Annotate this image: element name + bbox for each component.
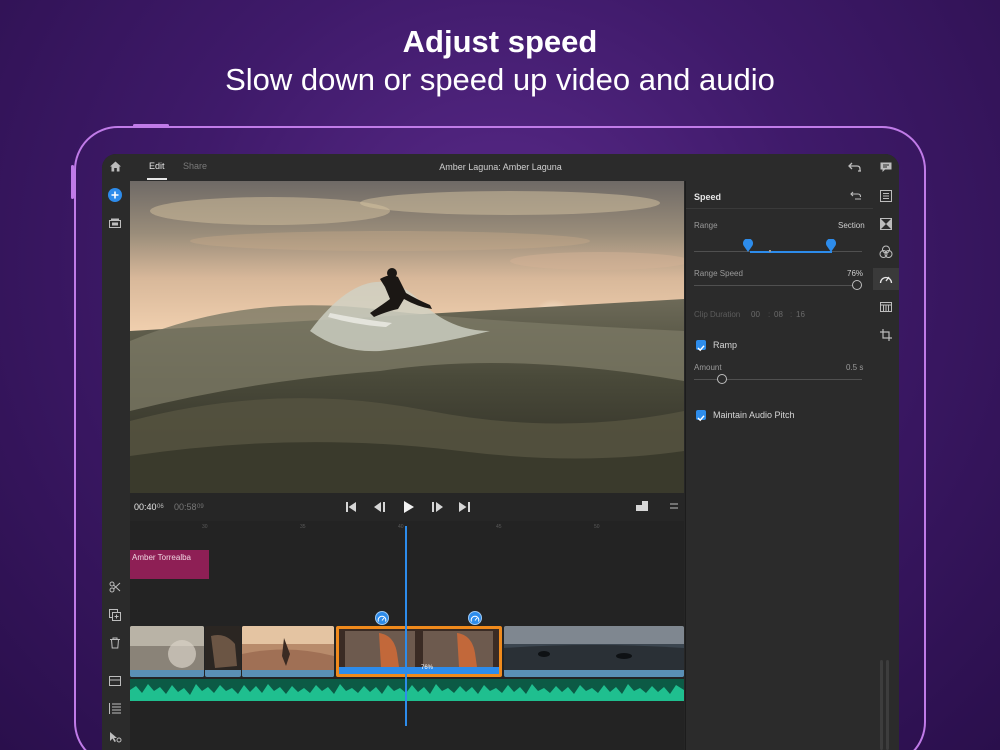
selected-video-clip[interactable]: 76%	[336, 626, 502, 677]
clip-duration-minutes: 08	[774, 310, 783, 319]
range-speed-slider[interactable]	[852, 280, 862, 290]
clip-duration-label: Clip Duration	[694, 310, 741, 319]
clip-speed-label: 76%	[421, 665, 434, 671]
speed-icon	[377, 615, 387, 622]
device-button	[71, 165, 74, 199]
maintain-pitch-label: Maintain Audio Pitch	[713, 410, 795, 420]
media-icon[interactable]	[109, 218, 121, 228]
clip-duration-hours: 00	[751, 310, 760, 319]
range-speed-label: Range Speed	[694, 269, 743, 278]
speed-icon[interactable]	[879, 273, 893, 285]
device-button	[133, 124, 169, 127]
range-speed-track	[694, 285, 862, 286]
project-title: Amber Laguna: Amber Laguna	[439, 162, 562, 172]
duplicate-icon[interactable]	[109, 609, 121, 621]
title-clip[interactable]: Amber Torrealba	[130, 550, 209, 579]
select-tool-icon[interactable]	[109, 731, 122, 743]
panel-title: Speed	[694, 192, 722, 202]
effects-icon[interactable]	[880, 302, 892, 312]
ruler-label: 45	[496, 524, 502, 530]
split-icon[interactable]	[109, 581, 121, 593]
step-forward-icon[interactable]	[431, 502, 443, 512]
checkmark-icon	[697, 345, 705, 352]
play-icon[interactable]	[404, 501, 414, 513]
track-icon[interactable]	[109, 676, 121, 686]
range-end-handle[interactable]	[825, 238, 837, 258]
delete-icon[interactable]	[109, 637, 121, 649]
amount-slider[interactable]	[717, 374, 727, 384]
maintain-pitch-checkbox[interactable]	[696, 410, 706, 422]
undo-icon[interactable]	[848, 161, 862, 173]
hero-subtitle: Slow down or speed up video and audio	[225, 62, 775, 97]
time-separator: :	[768, 310, 771, 319]
transitions-icon[interactable]	[880, 218, 892, 230]
skip-end-icon[interactable]	[459, 502, 470, 512]
top-bar: Edit Share Amber Laguna: Amber Laguna	[102, 154, 899, 181]
left-toolbar	[102, 181, 130, 750]
step-back-icon[interactable]	[374, 502, 386, 512]
menu-icon[interactable]	[670, 503, 678, 509]
video-clip[interactable]	[130, 626, 204, 677]
range-speed-value: 76%	[847, 269, 864, 278]
hero-title: Adjust speed	[402, 24, 598, 59]
speed-keyframe-marker[interactable]	[468, 611, 482, 625]
transport-bar: 00:40 06 00:58 09	[130, 493, 684, 521]
feedback-icon[interactable]	[880, 162, 892, 173]
ruler-label: 50	[594, 524, 600, 530]
ruler-label: 30	[202, 524, 208, 530]
title-clip-label: Amber Torrealba	[132, 553, 191, 562]
video-preview[interactable]	[130, 181, 684, 493]
clip-duration-seconds: 16	[796, 310, 805, 319]
current-frames: 06	[157, 504, 164, 510]
total-time: 00:58	[174, 502, 197, 512]
audio-waveform	[130, 684, 684, 701]
app-screen: Edit Share Amber Laguna: Amber Laguna Sp…	[102, 154, 899, 750]
range-selection	[750, 251, 832, 253]
list-icon[interactable]	[109, 703, 121, 714]
ruler-label: 35	[300, 524, 306, 530]
ramp-label: Ramp	[713, 340, 738, 350]
aspect-ratio-icon[interactable]	[636, 501, 648, 511]
ramp-checkbox[interactable]	[696, 340, 706, 352]
right-toolbar	[873, 154, 899, 750]
range-playhead-marker	[769, 250, 771, 252]
audio-track[interactable]	[130, 679, 684, 701]
range-label: Range	[694, 221, 718, 230]
speed-keyframe-marker[interactable]	[375, 611, 389, 625]
playhead[interactable]	[405, 526, 407, 726]
time-separator: :	[790, 310, 793, 319]
speed-panel: Speed Range Section Range Speed 76% Clip…	[685, 181, 874, 750]
crop-icon[interactable]	[880, 329, 892, 341]
video-clip[interactable]	[504, 626, 684, 677]
ruler-label: 40	[398, 524, 404, 530]
reset-icon[interactable]	[850, 191, 862, 200]
checkmark-icon	[697, 415, 705, 422]
scroll-indicator[interactable]	[880, 660, 883, 750]
video-frame-image	[130, 181, 684, 493]
range-value: Section	[838, 221, 865, 230]
speed-icon	[470, 615, 480, 622]
timeline[interactable]: 30 35 40 45 50 Amber Torrealba 76%	[130, 521, 684, 750]
scroll-indicator[interactable]	[886, 660, 889, 750]
add-icon[interactable]	[108, 188, 122, 202]
total-frames: 09	[197, 504, 204, 510]
video-clip[interactable]	[242, 626, 334, 677]
current-time: 00:40	[134, 502, 157, 512]
video-clip[interactable]	[205, 626, 241, 677]
amount-value: 0.5 s	[846, 363, 864, 372]
range-start-handle[interactable]	[742, 238, 754, 258]
amount-label: Amount	[694, 363, 722, 372]
color-icon[interactable]	[879, 245, 893, 259]
panel-header: Speed	[686, 181, 874, 209]
properties-icon[interactable]	[880, 190, 892, 202]
skip-start-icon[interactable]	[346, 502, 357, 512]
